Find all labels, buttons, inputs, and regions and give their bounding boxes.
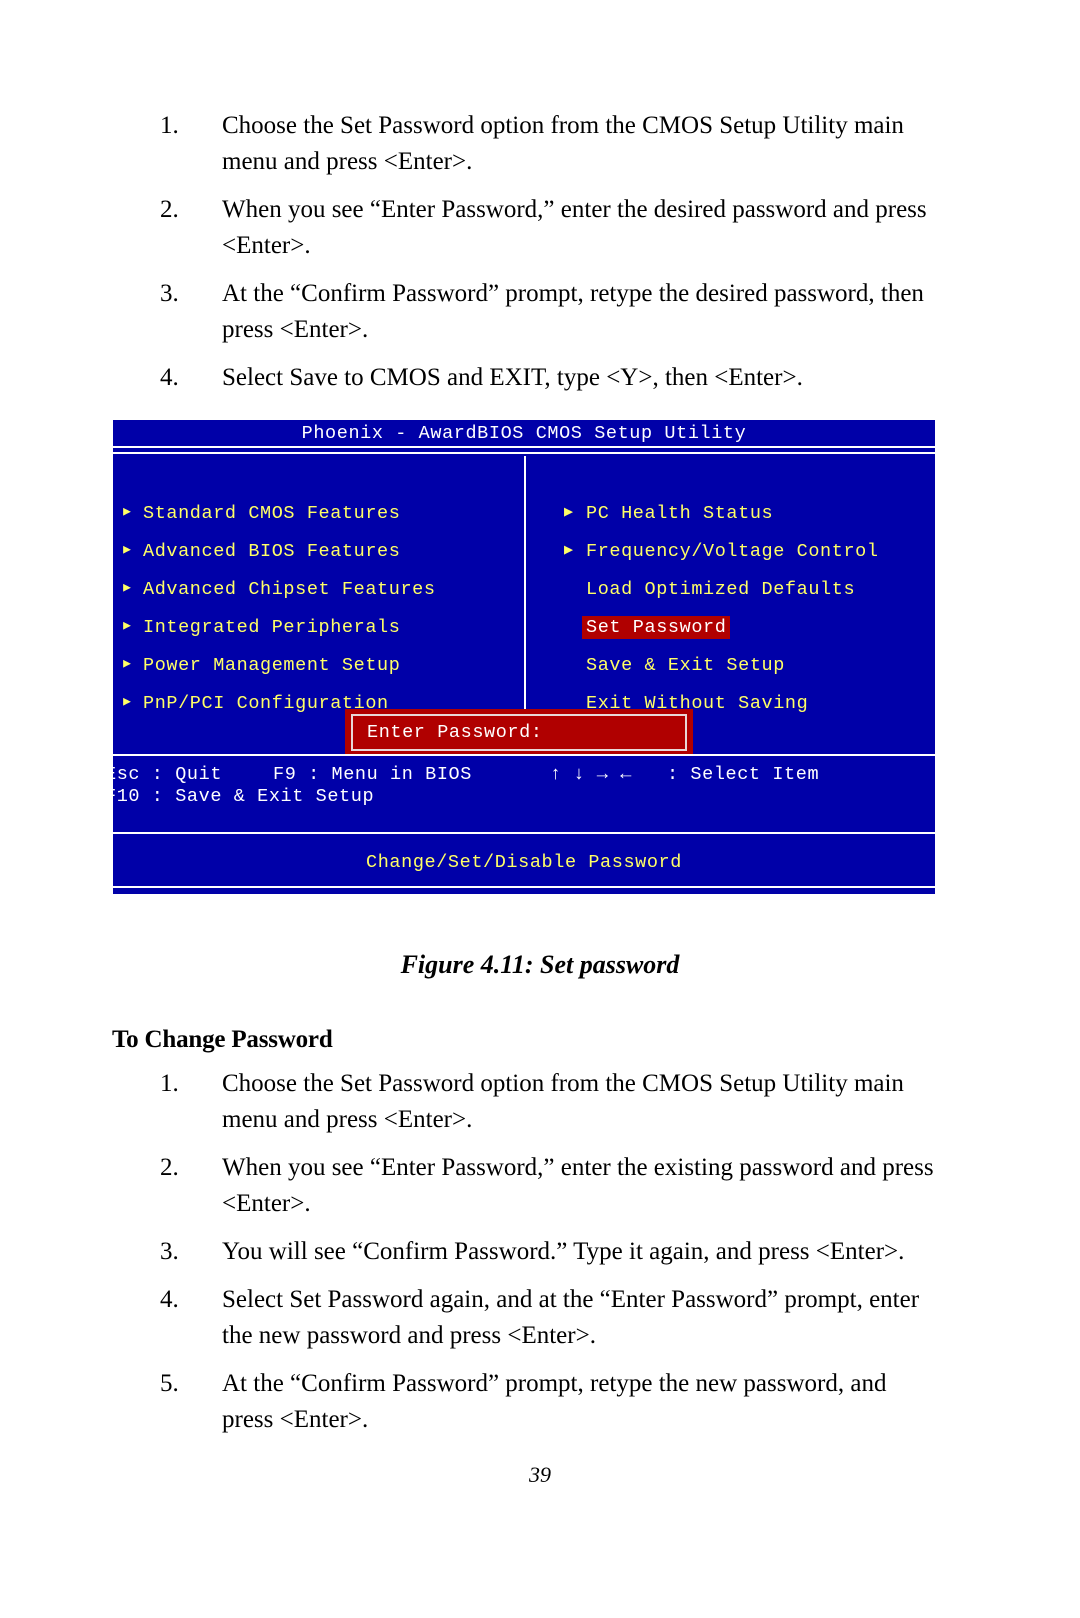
list-item-text: Choose the Set Password option from the … [222, 1070, 904, 1133]
bios-status-rule-top [113, 832, 935, 834]
bios-menu-item-set-password[interactable]: Set Password [564, 615, 731, 639]
bios-menu-item-label: Standard CMOS Features [143, 502, 401, 524]
bios-status-bar: Change/Set/Disable Password [113, 838, 935, 886]
bios-menu-item-pc-health-status[interactable]: ▶ PC Health Status [564, 501, 773, 525]
bios-help-bar: Esc : Quit F9 : Menu in BIOS ↑ ↓ → ← : S… [113, 760, 935, 832]
bios-help-rule-top [113, 754, 935, 756]
list-item-text: At the “Confirm Password” prompt, retype… [222, 280, 924, 343]
list-item-number: 4. [160, 1286, 179, 1313]
list-item-text: You will see “Confirm Password.” Type it… [222, 1238, 905, 1265]
bios-status-text: Change/Set/Disable Password [366, 851, 682, 873]
list-item: 1. Choose the Set Password option from t… [150, 1066, 940, 1138]
bios-help-menu-in-bios: F9 : Menu in BIOS [273, 764, 472, 785]
bios-menu-item-label: Frequency/Voltage Control [586, 540, 879, 562]
enter-password-dialog-inner-frame: Enter Password: [351, 714, 687, 751]
list-item: 2. When you see “Enter Password,” enter … [150, 192, 940, 264]
bios-title-text: Phoenix - AwardBIOS CMOS Setup Utility [301, 422, 747, 444]
list-item: 5. At the “Confirm Password” prompt, ret… [150, 1366, 940, 1438]
bios-title-rule-bottom [113, 452, 935, 454]
bios-menu-item-integrated-peripherals[interactable]: ▸ Integrated Peripherals [121, 615, 400, 639]
list-item: 1. Choose the Set Password option from t… [150, 108, 940, 180]
list-item-number: 2. [160, 1154, 179, 1181]
manual-page: 1. Choose the Set Password option from t… [0, 0, 1080, 1618]
change-password-steps-list: 1. Choose the Set Password option from t… [150, 1066, 940, 1450]
page-number: 39 [529, 1462, 551, 1487]
list-item-text: Select Set Password again, and at the “E… [222, 1286, 920, 1349]
bios-menu-item-label: Save & Exit Setup [586, 654, 785, 676]
bios-menu-item-label: Advanced Chipset Features [143, 578, 436, 600]
list-item: 4. Select Set Password again, and at the… [150, 1282, 940, 1354]
bios-menu-item-advanced-bios-features[interactable]: ▸ Advanced BIOS Features [121, 539, 400, 563]
list-item-number: 5. [160, 1370, 179, 1397]
figure-caption: Figure 4.11: Set password [400, 950, 680, 979]
bios-setup-screenshot: Phoenix - AwardBIOS CMOS Setup Utility ▸… [113, 420, 935, 894]
bullet-icon: ▸ [121, 691, 134, 714]
list-item: 2. When you see “Enter Password,” enter … [150, 1150, 940, 1222]
list-item-number: 2. [160, 196, 179, 223]
list-item-text: Choose the Set Password option from the … [222, 112, 904, 175]
enter-password-dialog: Enter Password: [345, 709, 693, 756]
bios-help-select-item: ↑ ↓ → ← : Select Item [550, 764, 820, 785]
bios-menu-item-standard-cmos-features[interactable]: ▸ Standard CMOS Features [121, 501, 400, 525]
list-item-text: When you see “Enter Password,” enter the… [222, 1154, 934, 1217]
enter-password-prompt-label: Enter Password: [367, 722, 543, 743]
bios-menu-item-save-and-exit-setup[interactable]: Save & Exit Setup [564, 653, 785, 677]
list-item-text: Select Save to CMOS and EXIT, type <Y>, … [222, 364, 803, 391]
bullet-icon: ▸ [121, 653, 134, 676]
list-item-number: 4. [160, 364, 179, 391]
list-item-number: 3. [160, 1238, 179, 1265]
bios-menu-item-label: Load Optimized Defaults [586, 578, 856, 600]
bios-help-quit: Esc : Quit [113, 764, 223, 785]
bios-title-bar: Phoenix - AwardBIOS CMOS Setup Utility [113, 420, 935, 446]
list-item-text: At the “Confirm Password” prompt, retype… [222, 1370, 887, 1433]
triangle-right-icon: ▶ [564, 504, 574, 521]
bios-menu-item-advanced-chipset-features[interactable]: ▸ Advanced Chipset Features [121, 577, 436, 601]
bios-menu-area: ▸ Standard CMOS Features ▸ Advanced BIOS… [113, 456, 935, 756]
bullet-icon: ▸ [121, 501, 134, 524]
bullet-icon: ▸ [121, 577, 134, 600]
bios-status-rule-bottom [113, 886, 935, 888]
list-item-text: When you see “Enter Password,” enter the… [222, 196, 927, 259]
section-heading-to-change-password: To Change Password [112, 1026, 333, 1053]
list-item-number: 1. [160, 112, 179, 139]
bios-menu-item-label: Set Password [582, 615, 731, 639]
triangle-right-icon: ▶ [564, 542, 574, 559]
list-item-number: 1. [160, 1070, 179, 1097]
bios-title-rule-top [113, 446, 935, 448]
set-password-steps-list: 1. Choose the Set Password option from t… [150, 108, 940, 408]
bios-menu-item-frequency-voltage-control[interactable]: ▶ Frequency/Voltage Control [564, 539, 879, 563]
list-item: 3. At the “Confirm Password” prompt, ret… [150, 276, 940, 348]
bios-menu-item-power-management-setup[interactable]: ▸ Power Management Setup [121, 653, 400, 677]
bullet-icon: ▸ [121, 539, 134, 562]
bios-menu-item-label: Integrated Peripherals [143, 616, 401, 638]
list-item: 3. You will see “Confirm Password.” Type… [150, 1234, 940, 1270]
bios-menu-item-load-optimized-defaults[interactable]: Load Optimized Defaults [564, 577, 855, 601]
bullet-icon: ▸ [121, 615, 134, 638]
bios-help-save-exit: F10 : Save & Exit Setup [113, 786, 375, 807]
bios-menu-item-label: Advanced BIOS Features [143, 540, 401, 562]
list-item-number: 3. [160, 280, 179, 307]
bios-menu-item-label: Power Management Setup [143, 654, 401, 676]
bios-menu-item-label: PC Health Status [586, 502, 774, 524]
list-item: 4. Select Save to CMOS and EXIT, type <Y… [150, 360, 940, 396]
